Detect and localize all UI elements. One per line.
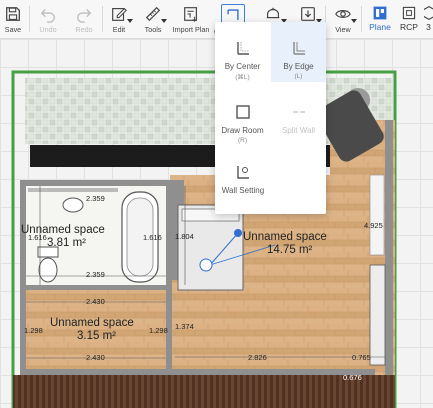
dimension-label: 4.925 (364, 221, 383, 230)
redo-label: Redo (75, 25, 93, 34)
save-label: Save (4, 25, 22, 34)
import-plan-button[interactable]: Import Plan (173, 3, 209, 36)
menu-item-wall-setting[interactable]: Wall Setting (215, 146, 271, 206)
view-button[interactable]: View (332, 3, 357, 36)
by-edge-icon (292, 42, 305, 55)
dimension-label: 2.359 (86, 194, 105, 203)
tab-plane[interactable]: Plane (367, 5, 393, 32)
undo-icon (40, 9, 55, 23)
tools-label: Tools (144, 25, 162, 34)
menu-item-by-edge[interactable]: By Edge (L) (271, 22, 326, 82)
menu-item-label: By Center (224, 62, 261, 71)
menu-item-shortcut: (⌘L) (235, 74, 250, 81)
menu-item-label: Draw Room (221, 126, 264, 135)
view-label: View (335, 25, 351, 34)
dimension-label: 2.826 (248, 353, 267, 362)
edit-button[interactable]: Edit (108, 3, 133, 36)
eye-icon (335, 10, 351, 18)
by-center-icon (236, 42, 249, 55)
redo-icon (77, 9, 92, 23)
undo-button[interactable]: Undo (36, 3, 60, 36)
save-button[interactable]: Save (2, 3, 24, 36)
tab-plane-label: Plane (369, 22, 391, 32)
menu-item-shortcut: (R) (237, 137, 248, 144)
washbasin (62, 197, 84, 213)
shelf (369, 174, 385, 256)
rcp-view-icon (402, 6, 416, 20)
tools-dropdown-caret (161, 19, 167, 23)
dimension-label: 2.430 (86, 297, 105, 306)
tab-rcp[interactable]: RCP (397, 5, 421, 32)
ruler-icon (145, 6, 161, 22)
edit-label: Edit (112, 25, 126, 34)
plane-view-icon (373, 6, 387, 20)
dimension-label: 1.298 (149, 326, 168, 335)
undo-label: Undo (39, 25, 57, 34)
menu-item-label: Split Wall (281, 126, 316, 135)
menu-item-by-center[interactable]: By Center (⌘L) (215, 22, 270, 82)
dimension-label: 0.676 (343, 373, 362, 382)
edit-icon (112, 7, 127, 21)
import-plan-label: Import Plan (172, 25, 210, 34)
split-wall-icon (292, 111, 305, 113)
wardrobe (369, 264, 386, 366)
dimension-label: 1.616 (28, 233, 47, 242)
redo-button[interactable]: Redo (72, 3, 96, 36)
import-plan-icon (184, 7, 197, 22)
tab-rcp-label: RCP (400, 22, 418, 32)
menu-item-label: Wall Setting (221, 186, 265, 195)
wall-icon (227, 9, 239, 20)
dimension-label: 1.374 (175, 322, 194, 331)
tab-3d-label: 3 (426, 22, 431, 32)
furniture-icon (266, 7, 280, 19)
menu-item-draw-room[interactable]: Draw Room (R) (215, 86, 270, 146)
menu-item-split-wall[interactable]: Split Wall (271, 86, 326, 146)
room-area: 3.15 m² (77, 330, 116, 342)
draw-room-icon (235, 105, 250, 119)
dimension-label: 2.430 (86, 353, 105, 362)
room-name: Unnamed space (243, 231, 327, 243)
menu-item-label: By Edge (283, 62, 314, 71)
edit-dropdown-caret (127, 19, 133, 23)
tools-button[interactable]: Tools (142, 3, 167, 36)
pivot-handle[interactable] (199, 258, 213, 272)
wall-setting-icon (237, 166, 249, 179)
dimension-label: 2.359 (86, 270, 105, 279)
vanity (28, 188, 118, 192)
toolbar-divider (361, 6, 362, 32)
3d-view-icon (424, 5, 433, 21)
dimension-label: 1.298 (24, 326, 43, 335)
room-area: 3.81 m² (47, 237, 86, 249)
room-name: Unnamed space (50, 317, 134, 329)
export-icon (301, 7, 315, 21)
dimension-label: 1.804 (175, 232, 194, 241)
dimension-label: 0.765 (352, 353, 371, 362)
deck-floor (13, 375, 395, 408)
rotation-handle[interactable] (234, 229, 242, 237)
wall-tool-menu: By Center (⌘L) By Edge (L) Draw Room (R)… (215, 22, 326, 214)
room-area: 14.75 m² (267, 244, 313, 256)
menu-item-shortcut: (L) (294, 73, 303, 80)
dimension-label: 1.616 (143, 233, 162, 242)
toilet-bowl (38, 257, 58, 283)
view-dropdown-caret (351, 19, 357, 23)
tab-3d[interactable]: 3 (424, 5, 433, 32)
toolbar-divider (29, 6, 30, 32)
save-icon (6, 7, 20, 21)
toolbar-divider (102, 6, 103, 32)
